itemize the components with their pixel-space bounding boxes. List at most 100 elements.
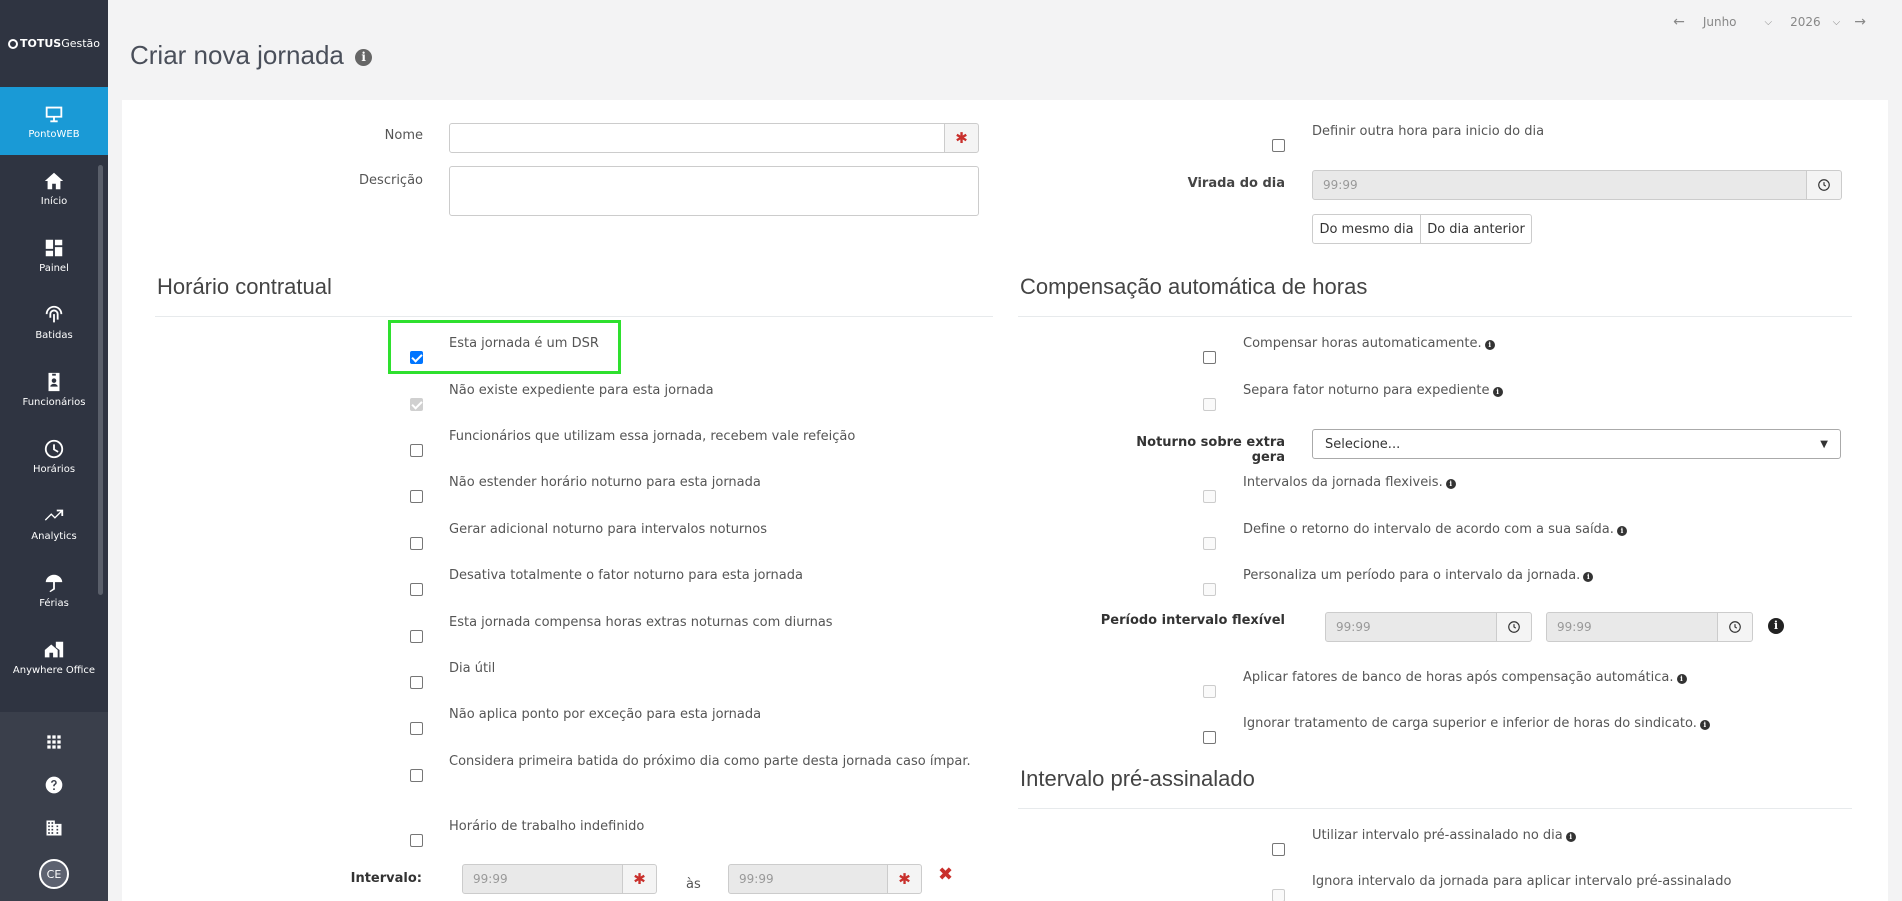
definir-hora-checkbox[interactable] bbox=[1272, 139, 1285, 152]
info-icon[interactable]: i bbox=[1484, 340, 1495, 350]
avatar[interactable]: CE bbox=[39, 859, 69, 889]
vale-refeicao-checkbox[interactable] bbox=[410, 444, 423, 457]
info-icon[interactable]: i bbox=[1565, 832, 1576, 842]
do-mesmo-dia-button[interactable]: Do mesmo dia bbox=[1312, 214, 1421, 244]
intervalo-end-input[interactable]: 99:99 bbox=[728, 864, 888, 894]
badge-icon bbox=[48, 372, 60, 392]
intervalo-label: Intervalo: bbox=[350, 871, 422, 886]
app-logo[interactable]: TOTUS Gestão bbox=[0, 0, 108, 87]
divider bbox=[1018, 316, 1852, 317]
nao-estender-noturno-checkbox[interactable] bbox=[410, 490, 423, 503]
info-icon[interactable]: i bbox=[1699, 720, 1710, 730]
year-select[interactable]: 2026 ⌵ bbox=[1790, 15, 1840, 29]
apps-grid-icon[interactable] bbox=[42, 730, 66, 754]
periodo-end-clock-button[interactable] bbox=[1717, 612, 1753, 642]
info-icon[interactable]: i bbox=[1768, 618, 1784, 634]
sidebar-item-batidas[interactable]: Batidas bbox=[0, 289, 108, 356]
separa-fator-label: Separa fator noturno para expediente i bbox=[1243, 383, 1503, 398]
sidebar-item-pontoweb[interactable]: PontoWEB bbox=[0, 87, 108, 155]
virada-input[interactable]: 99:99 bbox=[1312, 170, 1807, 200]
info-icon[interactable]: i bbox=[1445, 479, 1456, 489]
periodo-end-input[interactable]: 99:99 bbox=[1546, 612, 1718, 642]
periodo-start-clock-button[interactable] bbox=[1496, 612, 1532, 642]
nome-input[interactable] bbox=[450, 124, 944, 152]
sidebar-scrollbar[interactable] bbox=[98, 165, 103, 595]
noturno-select[interactable]: Selecione... ▼ bbox=[1312, 429, 1841, 459]
virada-clock-button[interactable] bbox=[1806, 170, 1842, 200]
primeira-batida-checkbox[interactable] bbox=[410, 769, 423, 782]
dsr-checkbox[interactable] bbox=[410, 351, 423, 364]
sidebar-item-funcionarios[interactable]: Funcionários bbox=[0, 356, 108, 423]
divider bbox=[1018, 808, 1852, 809]
define-retorno-checkbox[interactable] bbox=[1203, 537, 1216, 550]
help-icon[interactable] bbox=[42, 773, 66, 797]
sem-expediente-checkbox[interactable] bbox=[410, 398, 423, 411]
info-icon[interactable]: i bbox=[355, 49, 373, 66]
ignorar-tratamento-label: Ignorar tratamento de carga superior e i… bbox=[1243, 716, 1710, 731]
umbrella-icon bbox=[45, 574, 63, 593]
ignora-intervalo-checkbox[interactable] bbox=[1272, 889, 1285, 901]
page-title: Criar nova jornada i bbox=[130, 40, 373, 71]
aplicar-fatores-label: Aplicar fatores de banco de horas após c… bbox=[1243, 670, 1687, 685]
sidebar-item-anywhere-office[interactable]: Anywhere Office bbox=[0, 624, 108, 691]
info-icon[interactable]: i bbox=[1616, 526, 1627, 536]
fingerprint-icon bbox=[45, 305, 63, 323]
sidebar-item-analytics[interactable]: Analytics bbox=[0, 490, 108, 557]
trend-icon bbox=[44, 509, 64, 521]
separa-fator-checkbox[interactable] bbox=[1203, 398, 1216, 411]
sidebar-item-label: Funcionários bbox=[22, 397, 86, 408]
utilizar-intervalo-label: Utilizar intervalo pré-assinalado no dia… bbox=[1312, 828, 1576, 843]
utilizar-intervalo-checkbox[interactable] bbox=[1272, 843, 1285, 856]
option-label: Horário de trabalho indefinido bbox=[449, 819, 645, 834]
compensar-checkbox[interactable] bbox=[1203, 351, 1216, 364]
horario-indefinido-checkbox[interactable] bbox=[410, 834, 423, 847]
date-picker: ← Junho ⌵ 2026 ⌵ → bbox=[1673, 14, 1866, 30]
sidebar-item-painel[interactable]: Painel bbox=[0, 222, 108, 289]
info-icon[interactable]: i bbox=[1583, 572, 1594, 582]
remove-interval-icon[interactable]: ✖ bbox=[938, 864, 953, 885]
dia-util-checkbox[interactable] bbox=[410, 676, 423, 689]
descricao-field[interactable] bbox=[449, 166, 979, 216]
option-label: Funcionários que utilizam essa jornada, … bbox=[449, 429, 856, 444]
noturno-label: Noturno sobre extra gera bbox=[1136, 435, 1285, 465]
year-value: 2026 bbox=[1790, 15, 1821, 29]
sidebar-item-ferias[interactable]: Férias bbox=[0, 557, 108, 624]
sidebar-item-inicio[interactable]: Início bbox=[0, 155, 108, 222]
building-icon[interactable] bbox=[42, 816, 66, 840]
intervalos-flex-text: Intervalos da jornada flexiveis. bbox=[1243, 475, 1443, 490]
nao-aplica-excecao-checkbox[interactable] bbox=[410, 722, 423, 735]
info-icon[interactable]: i bbox=[1492, 387, 1503, 397]
monitor-icon bbox=[45, 106, 63, 122]
ignorar-tratamento-checkbox[interactable] bbox=[1203, 731, 1216, 744]
adicional-noturno-checkbox[interactable] bbox=[410, 537, 423, 550]
desativa-fator-noturno-checkbox[interactable] bbox=[410, 583, 423, 596]
descricao-textarea[interactable] bbox=[450, 167, 978, 215]
horario-contratual-title: Horário contratual bbox=[157, 274, 332, 299]
define-retorno-text: Define o retorno do intervalo de acordo … bbox=[1243, 522, 1614, 537]
logo-suffix: Gestão bbox=[61, 37, 101, 50]
intervalo-start-input[interactable]: 99:99 bbox=[462, 864, 623, 894]
intervalos-flex-checkbox[interactable] bbox=[1203, 490, 1216, 503]
do-dia-anterior-button[interactable]: Do dia anterior bbox=[1420, 214, 1532, 244]
info-icon[interactable]: i bbox=[1676, 674, 1687, 684]
sidebar-item-horarios[interactable]: Horários bbox=[0, 423, 108, 490]
form-panel bbox=[122, 100, 1888, 901]
sidebar-item-label: Início bbox=[40, 196, 68, 207]
home-work-icon bbox=[44, 641, 64, 658]
nome-field[interactable] bbox=[449, 123, 945, 153]
chevron-down-icon: ▼ bbox=[1820, 438, 1828, 450]
personaliza-text: Personaliza um período para o intervalo … bbox=[1243, 568, 1581, 583]
periodo-start-input[interactable]: 99:99 bbox=[1325, 612, 1497, 642]
required-asterisk-icon: ✱ bbox=[944, 123, 979, 153]
option-label: Dia útil bbox=[449, 661, 496, 676]
personaliza-checkbox[interactable] bbox=[1203, 583, 1216, 596]
sidebar-item-label: Painel bbox=[39, 263, 69, 274]
periodo-label: Período intervalo flexível bbox=[1100, 613, 1285, 628]
compensa-extras-checkbox[interactable] bbox=[410, 630, 423, 643]
next-month-arrow-icon[interactable]: → bbox=[1854, 14, 1866, 30]
logo-brand: TOTUS bbox=[19, 37, 62, 50]
prev-month-arrow-icon[interactable]: ← bbox=[1673, 14, 1685, 30]
noturno-selected: Selecione... bbox=[1325, 436, 1401, 452]
month-select[interactable]: Junho ⌵ bbox=[1693, 15, 1772, 29]
aplicar-fatores-checkbox[interactable] bbox=[1203, 685, 1216, 698]
